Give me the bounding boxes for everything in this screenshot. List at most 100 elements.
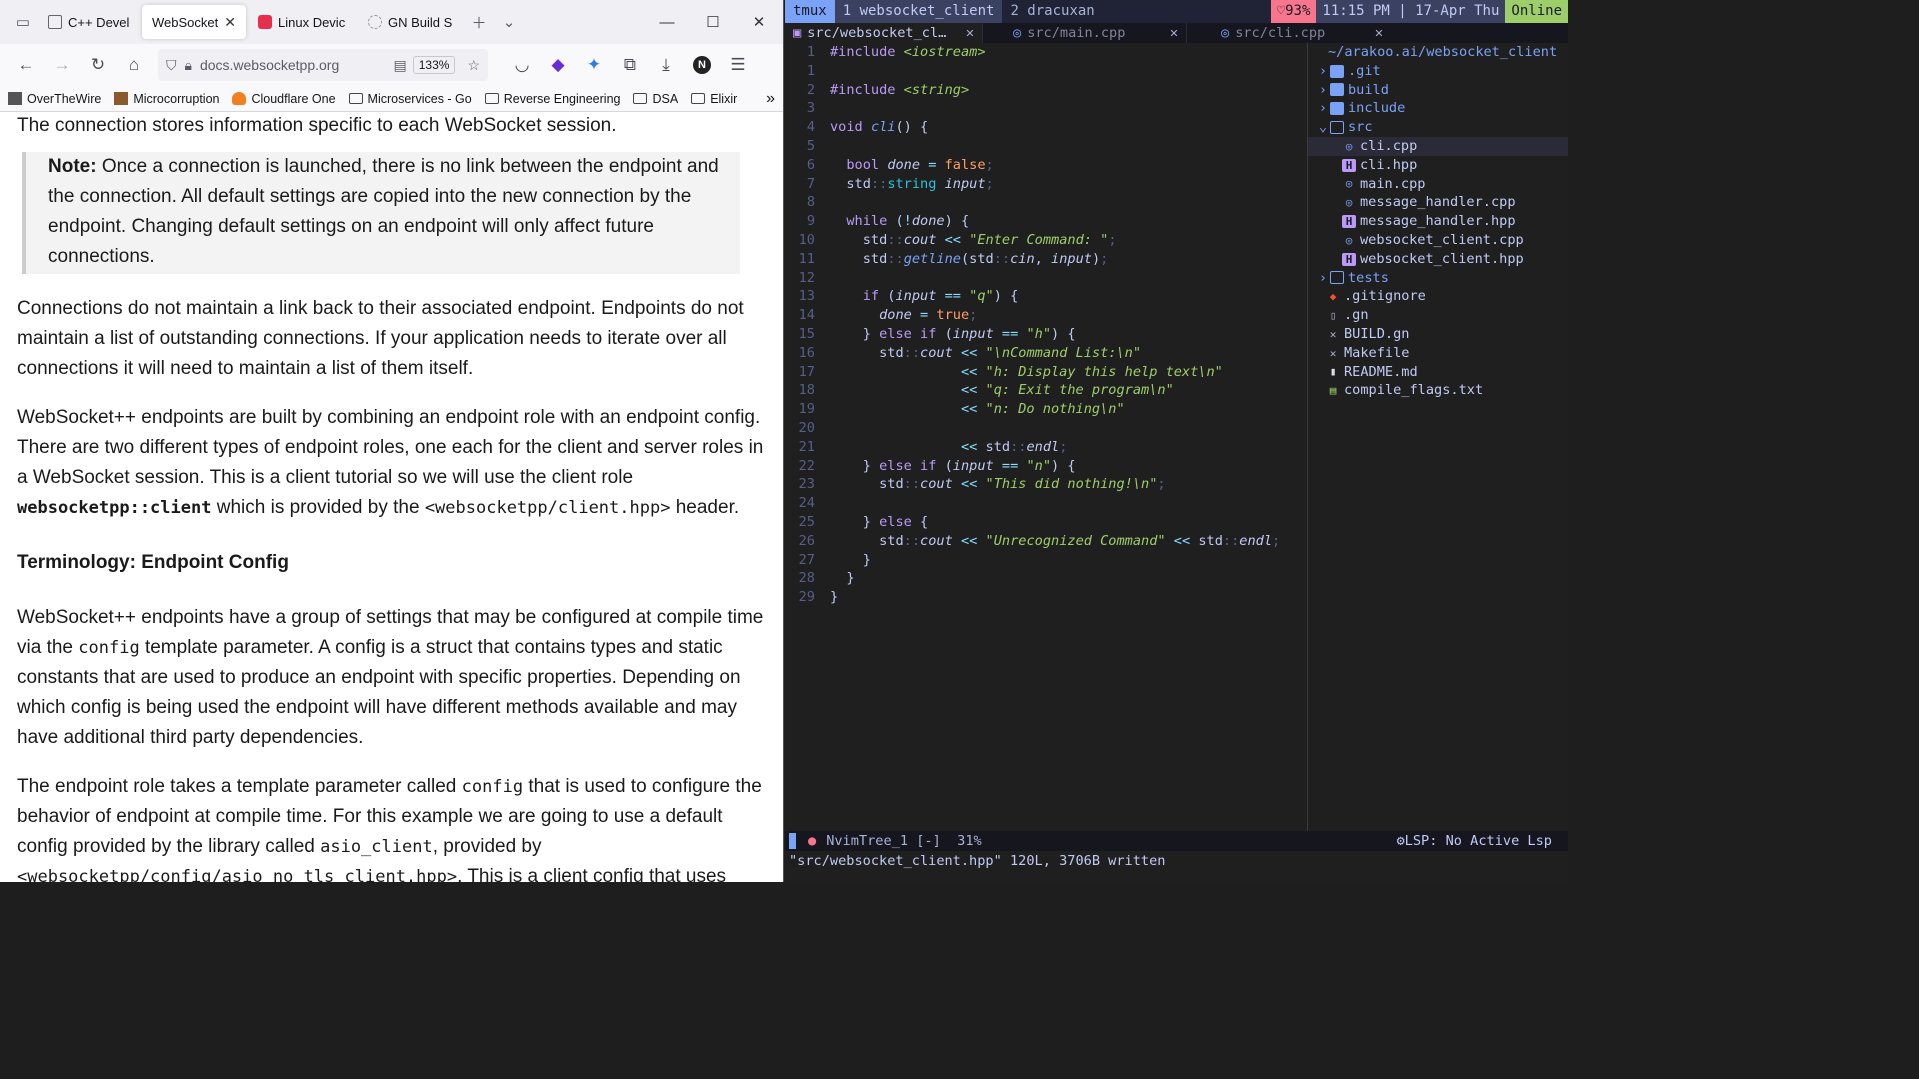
extensions-icon[interactable]: ⧉	[612, 49, 648, 81]
code-line: 19 << "n: Do nothing\n"	[798, 401, 1125, 418]
reader-view-icon[interactable]: ▤	[394, 57, 407, 74]
bookmark-star-icon[interactable]: ☆	[467, 57, 480, 74]
tree-item-label: .gn	[1344, 307, 1369, 324]
tree-item[interactable]: ◎ main.cpp	[1308, 175, 1568, 194]
close-buffer-icon[interactable]: ✕	[1170, 25, 1178, 41]
browser-window: ▭ C++ Develo WebSocket+ ✕ Linux Devic GN…	[0, 0, 784, 882]
maximize-icon[interactable]: ☐	[690, 0, 736, 44]
reload-icon[interactable]: ↻	[80, 49, 116, 81]
tree-item-label: BUILD.gn	[1344, 325, 1410, 342]
tree-item[interactable]: › .git	[1308, 62, 1568, 81]
bookmark-overthewire[interactable]: OverTheWire	[8, 92, 101, 106]
file-tree[interactable]: ~/arakoo.ai/websocket_client › .git › build…	[1308, 43, 1568, 831]
buffer-tab-websocket-client[interactable]: ▣ src/websocket_cl… ✕	[785, 23, 983, 43]
minimize-icon[interactable]: —	[644, 0, 690, 44]
extension-blue-icon[interactable]: ✦	[576, 49, 612, 81]
buffer-tabs: ▣ src/websocket_cl… ✕ ◎ src/main.cpp ✕ ◎…	[785, 23, 1568, 43]
tree-item-label: cli.cpp	[1360, 137, 1418, 154]
code-line: 2 #include <string>	[806, 81, 970, 98]
tree-item[interactable]: › tests	[1308, 269, 1568, 288]
tree-item-label: cli.hpp	[1360, 156, 1418, 173]
tree-item[interactable]: › build	[1308, 81, 1568, 100]
pocket-icon[interactable]: ◡	[504, 49, 540, 81]
forward-icon[interactable]: →	[44, 49, 80, 81]
tree-item[interactable]: ◆ .gitignore	[1308, 287, 1568, 306]
tree-item[interactable]: › include	[1308, 99, 1568, 118]
folder-icon	[1330, 271, 1344, 285]
tab-linux[interactable]: Linux Devic	[248, 5, 356, 39]
code-line: 25 } else {	[798, 513, 929, 530]
bookmark-reverse-engineering[interactable]: Reverse Engineering	[484, 92, 620, 106]
tree-item[interactable]: ◎ websocket_client.cpp	[1308, 231, 1568, 250]
shield-icon[interactable]: ⛉	[166, 57, 177, 74]
tree-item[interactable]: ✕ Makefile	[1308, 344, 1568, 363]
chevron-right-icon[interactable]: ›	[1316, 269, 1330, 288]
code-line: 28 }	[798, 570, 855, 587]
tab-cpp[interactable]: C++ Develo	[38, 5, 140, 39]
code-editor[interactable]: 1 #include <iostream> 1 2 #include <string…	[785, 43, 1307, 831]
menu-icon[interactable]: ☰	[720, 49, 756, 81]
tmux-window-1[interactable]: 1 websocket_client	[834, 0, 1003, 23]
tree-item[interactable]: ✕ BUILD.gn	[1308, 325, 1568, 344]
bookmark-dsa[interactable]: DSA	[633, 92, 678, 106]
lsp-status: ⚙LSP: No Active Lsp	[1396, 833, 1552, 849]
tree-item[interactable]: ◎ cli.cpp	[1308, 136, 1568, 156]
bookmark-microservices[interactable]: Microservices - Go	[348, 92, 472, 106]
account-icon[interactable]: N	[684, 49, 720, 81]
bookmark-cloudflare[interactable]: Cloudflare One	[232, 92, 336, 106]
tree-item[interactable]: ▤ compile_flags.txt	[1308, 381, 1568, 400]
list-tabs-icon[interactable]: ⌄	[494, 7, 524, 37]
bookmarks-bar: OverTheWire Microcorruption Cloudflare O…	[0, 86, 783, 112]
tree-item[interactable]: Hcli.hpp	[1308, 156, 1568, 175]
code-line: 26 std::cout << "Unrecognized Command" <…	[798, 532, 1281, 549]
buffer-tab-cli[interactable]: ◎ src/cli.cpp ✕	[1187, 23, 1391, 43]
code-line: 16 std::cout << "\nCommand List:\n"	[798, 344, 1142, 361]
tree-item[interactable]: ▮ README.md	[1308, 363, 1568, 382]
more-bookmarks-icon[interactable]: »	[766, 90, 775, 108]
chevron-right-icon[interactable]: ›	[1316, 81, 1330, 100]
command-line[interactable]: "src/websocket_client.hpp" 120L, 3706B w…	[789, 851, 1165, 871]
build-file-icon: ✕	[1329, 346, 1337, 360]
note-label: Note:	[48, 156, 97, 177]
close-buffer-icon[interactable]: ✕	[1375, 25, 1383, 41]
text: which is provided by the	[211, 497, 425, 518]
bookmark-microcorruption[interactable]: Microcorruption	[114, 92, 219, 106]
url-bar[interactable]: ⛉ 🔒︎ docs.websocketpp.org ▤ 133% ☆	[158, 49, 488, 81]
lock-icon[interactable]: 🔒︎	[185, 57, 192, 74]
close-tab-icon[interactable]: ✕	[224, 14, 236, 31]
tree-item[interactable]: ⌄ src	[1308, 118, 1568, 137]
tab-websocketpp[interactable]: WebSocket+ ✕	[142, 5, 246, 39]
folder-icon	[691, 93, 706, 104]
page-content: The connection stores information specif…	[0, 112, 783, 882]
back-icon[interactable]: ←	[8, 49, 44, 81]
chevron-right-icon[interactable]: ›	[1316, 99, 1330, 118]
download-icon[interactable]: ⤓	[648, 49, 684, 81]
page-icon	[48, 15, 62, 29]
bookmark-elixir[interactable]: Elixir	[691, 92, 737, 106]
chevron-down-icon[interactable]: ⌄	[1316, 118, 1330, 137]
buffer-info: NvimTree_1 [-] 31%	[826, 833, 982, 849]
tree-item[interactable]: ◎ message_handler.cpp	[1308, 193, 1568, 212]
new-tab-icon[interactable]: ＋	[464, 7, 494, 37]
tmux-window-2[interactable]: 2 dracuxan	[1002, 0, 1102, 23]
close-buffer-icon[interactable]: ✕	[966, 25, 974, 41]
code-line: 27 }	[798, 551, 871, 568]
tree-item[interactable]: Hwebsocket_client.hpp	[1308, 250, 1568, 269]
tree-item[interactable]: ▯ .gn	[1308, 306, 1568, 325]
tab-groups-icon[interactable]: ▭	[8, 7, 38, 37]
tree-root[interactable]: ~/arakoo.ai/websocket_client	[1308, 43, 1568, 62]
bookmark-label: Elixir	[710, 91, 738, 106]
tab-gn[interactable]: GN Build Sy	[358, 5, 462, 39]
extension-purple-icon[interactable]: ◆	[540, 49, 576, 81]
tree-item[interactable]: Hmessage_handler.hpp	[1308, 212, 1568, 231]
buffer-tab-main[interactable]: ◎ src/main.cpp ✕	[983, 23, 1187, 43]
home-icon[interactable]: ⌂	[116, 49, 152, 81]
close-window-icon[interactable]: ✕	[736, 0, 782, 44]
zoom-level[interactable]: 133%	[412, 56, 456, 74]
url-text[interactable]: docs.websocketpp.org	[200, 57, 394, 73]
cpp-file-icon: ◎	[1345, 196, 1353, 210]
header-file-icon: H	[1342, 252, 1356, 266]
text: The endpoint role takes a template param…	[17, 776, 462, 797]
chevron-right-icon[interactable]: ›	[1316, 62, 1330, 81]
paragraph: Connections do not maintain a link back …	[17, 298, 744, 379]
